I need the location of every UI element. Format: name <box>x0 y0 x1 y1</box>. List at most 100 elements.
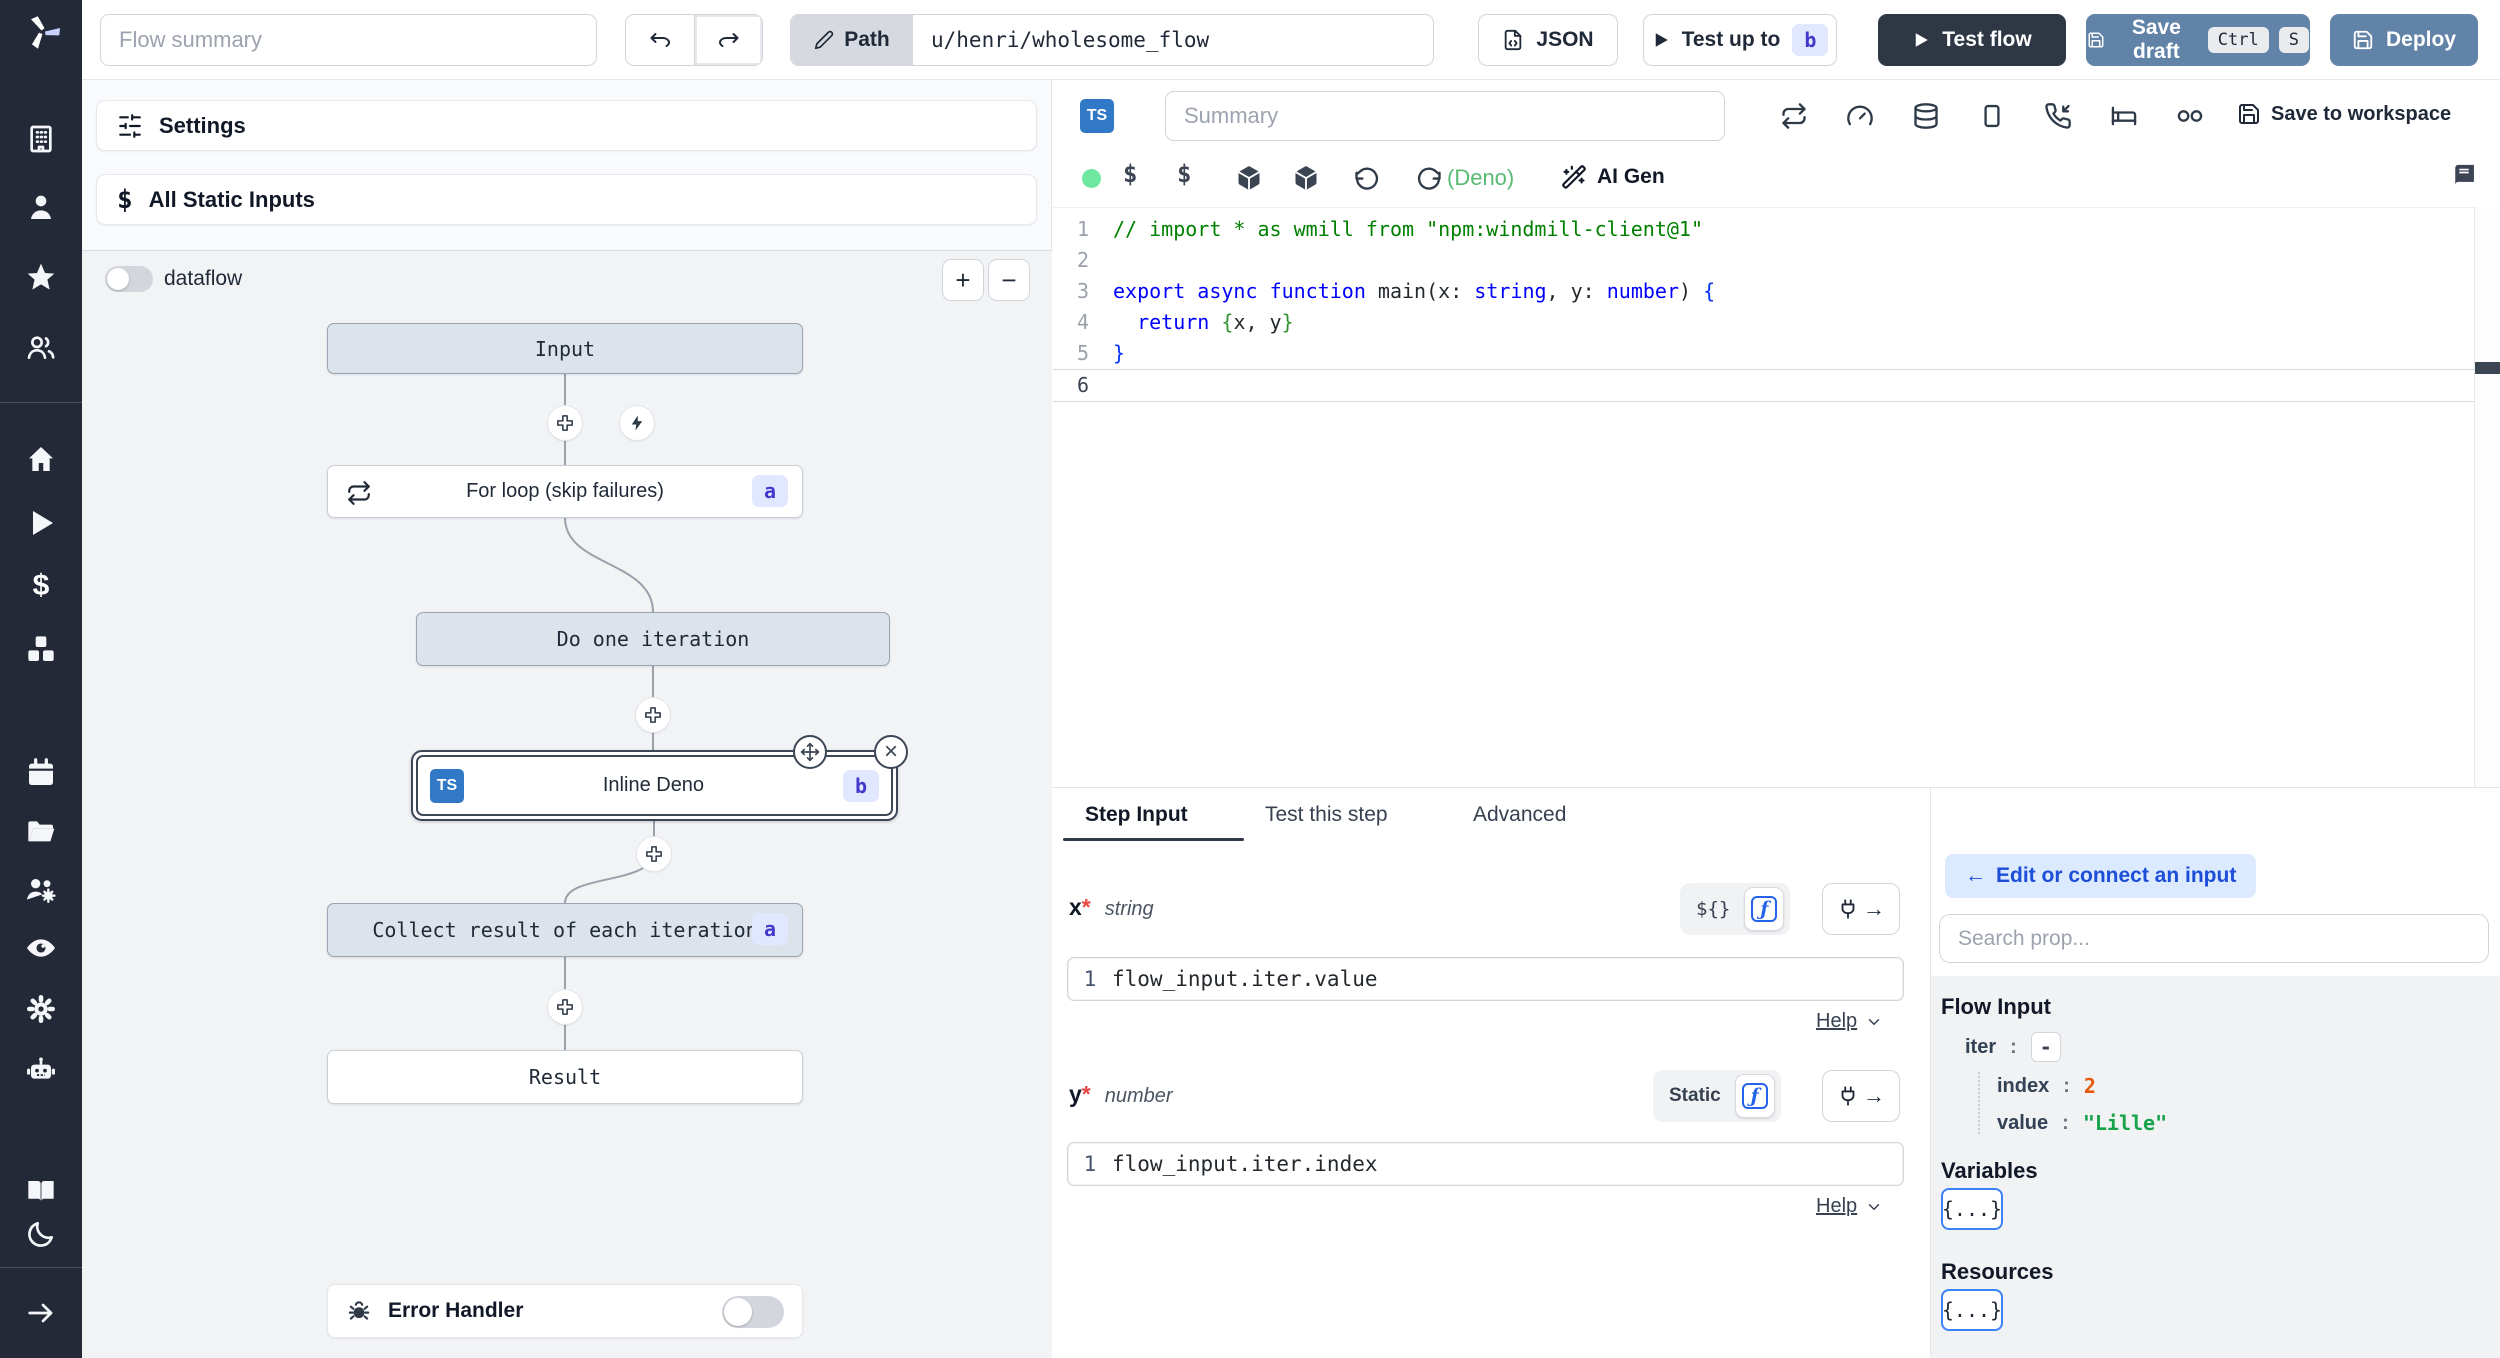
tab-test-this-step[interactable]: Test this step <box>1265 788 1388 841</box>
suspend-phone-icon[interactable] <box>2044 102 2072 130</box>
delete-node-button[interactable]: × <box>874 735 908 769</box>
prop-iter[interactable]: iter : - <box>1965 1032 2061 1062</box>
y-help-link[interactable]: Help <box>1816 1195 1883 1218</box>
add-step-button[interactable] <box>636 698 670 732</box>
x-input-mode-toggle[interactable]: ${} ƒ <box>1680 883 1791 935</box>
node-input[interactable]: Input <box>327 323 803 374</box>
test-flow-button[interactable]: Test flow <box>1878 14 2066 66</box>
flow-summary-input[interactable] <box>100 14 597 66</box>
add-trigger-button[interactable] <box>620 406 654 440</box>
move-node-handle[interactable] <box>793 735 827 769</box>
resource-type-box-icon[interactable] <box>1292 164 1320 192</box>
error-handler-card[interactable]: Error Handler <box>327 1284 803 1338</box>
node-do-iteration[interactable]: Do one iteration <box>416 612 890 666</box>
folders-icon[interactable] <box>25 816 57 848</box>
node-label: Do one iteration <box>556 627 750 651</box>
add-variable-dollar-icon[interactable]: $ <box>1123 160 1137 188</box>
add-step-button[interactable] <box>548 406 582 440</box>
expand-arrow-icon[interactable] <box>25 1297 57 1329</box>
reset-undo-icon[interactable] <box>1353 164 1381 192</box>
cache-database-icon[interactable] <box>1912 102 1940 130</box>
reload-runtime-icon[interactable] <box>1415 164 1443 192</box>
prop-iter-value[interactable]: value : "Lille" <box>1997 1111 2167 1135</box>
all-static-inputs-button[interactable]: $ All Static Inputs <box>96 174 1037 225</box>
dark-mode-moon-icon[interactable] <box>25 1218 57 1250</box>
code-line[interactable]: 2 <box>1053 245 2474 276</box>
javascript-mode-option[interactable]: ƒ <box>1734 1074 1775 1118</box>
zoom-out-button[interactable]: − <box>988 259 1030 301</box>
code-editor[interactable]: 1// import * as wmill from "npm:windmill… <box>1053 207 2474 787</box>
save-to-workspace-button[interactable]: Save to workspace <box>2237 102 2451 126</box>
json-button[interactable]: JSON <box>1478 14 1618 66</box>
contextual-variable-dollar-icon[interactable]: $ <box>1177 160 1191 188</box>
path-input[interactable] <box>913 15 1433 65</box>
resources-boxes-icon[interactable] <box>25 633 57 665</box>
groups-user-gear-icon[interactable] <box>25 873 57 905</box>
early-stop-icon[interactable] <box>1978 102 2006 130</box>
tab-step-input[interactable]: Step Input <box>1085 788 1188 841</box>
ai-robot-icon[interactable] <box>25 1054 57 1086</box>
users-icon[interactable] <box>25 331 57 363</box>
docs-book-icon[interactable] <box>25 1175 57 1207</box>
node-forloop[interactable]: For loop (skip failures) a <box>327 465 803 518</box>
tab-advanced[interactable]: Advanced <box>1473 788 1566 841</box>
code-line[interactable]: 1// import * as wmill from "npm:windmill… <box>1053 214 2474 245</box>
search-prop-input[interactable] <box>1939 914 2489 963</box>
x-connect-input-button[interactable]: → <box>1822 883 1900 935</box>
settings-gear-icon[interactable] <box>25 993 57 1025</box>
prop-iter-index[interactable]: index : 2 <box>1997 1074 2096 1098</box>
resources-object-button[interactable]: {...} <box>1941 1289 2003 1331</box>
add-step-button[interactable] <box>548 990 582 1024</box>
y-input-mode-toggle[interactable]: Static ƒ <box>1653 1070 1781 1122</box>
save-draft-button[interactable]: Save draft Ctrl S <box>2086 14 2310 66</box>
ai-gen-button[interactable]: AI Gen <box>1561 164 1665 190</box>
error-handler-toggle[interactable] <box>722 1296 784 1328</box>
add-step-button[interactable] <box>637 837 671 871</box>
template-mode-option[interactable]: ${} <box>1686 898 1740 920</box>
code-line[interactable]: 6 <box>1053 369 2474 402</box>
workspace-building-icon[interactable] <box>25 123 57 155</box>
audit-eye-icon[interactable] <box>25 932 57 964</box>
retry-icon[interactable] <box>1780 102 1808 130</box>
schedules-calendar-icon[interactable] <box>25 757 57 789</box>
redo-button[interactable] <box>694 15 762 65</box>
y-expression-input[interactable]: 1 flow_input.iter.index <box>1067 1142 1904 1186</box>
edit-or-connect-button[interactable]: ← Edit or connect an input <box>1945 854 2257 898</box>
scrollbar-thumb[interactable] <box>2475 362 2500 374</box>
undo-button[interactable] <box>626 15 694 65</box>
zoom-in-button[interactable]: + <box>942 259 984 301</box>
node-inline-deno-selected[interactable]: TS Inline Deno b × <box>411 735 908 821</box>
user-icon[interactable] <box>25 191 57 223</box>
deploy-button[interactable]: Deploy <box>2330 14 2478 66</box>
runs-play-icon[interactable] <box>25 507 57 539</box>
home-icon[interactable] <box>25 443 57 475</box>
javascript-mode-option[interactable]: ƒ <box>1744 887 1785 931</box>
collapse-button[interactable]: - <box>2030 1032 2061 1062</box>
library-book-icon[interactable] <box>2450 162 2478 190</box>
arrow-right-icon: → <box>1863 1083 1885 1108</box>
node-collect-result[interactable]: Collect result of each iteration a <box>327 903 803 957</box>
sleep-bed-icon[interactable] <box>2110 102 2138 130</box>
code-line[interactable]: 4 return {x, y} <box>1053 307 2474 338</box>
resource-box-icon[interactable] <box>1235 164 1263 192</box>
star-icon[interactable] <box>25 261 57 293</box>
x-help-link[interactable]: Help <box>1816 1010 1883 1033</box>
test-up-to-button[interactable]: Test up to b <box>1643 14 1837 66</box>
code-line[interactable]: 5} <box>1053 338 2474 369</box>
node-result[interactable]: Result <box>327 1050 803 1104</box>
flow-settings-button[interactable]: Settings <box>96 100 1037 151</box>
windmill-logo-icon[interactable] <box>25 14 61 50</box>
editor-overview-ruler[interactable] <box>2474 207 2500 787</box>
mock-icon[interactable] <box>2176 102 2204 130</box>
y-connect-input-button[interactable]: → <box>1822 1070 1900 1122</box>
variables-object-button[interactable]: {...} <box>1941 1188 2003 1230</box>
dataflow-toggle[interactable] <box>105 266 153 292</box>
concurrency-gauge-icon[interactable] <box>1846 102 1874 130</box>
step-summary-input[interactable] <box>1165 91 1725 141</box>
static-mode-option[interactable]: Static <box>1659 1085 1731 1107</box>
flow-graph-canvas[interactable]: dataflow + − Input For loop (skip failur… <box>82 250 1052 1358</box>
path-button[interactable]: Path <box>791 15 913 65</box>
variables-dollar-icon[interactable]: $ <box>25 569 57 602</box>
code-line[interactable]: 3 export async function main(x: string, y… <box>1053 276 2474 307</box>
x-expression-input[interactable]: 1 flow_input.iter.value <box>1067 957 1904 1001</box>
